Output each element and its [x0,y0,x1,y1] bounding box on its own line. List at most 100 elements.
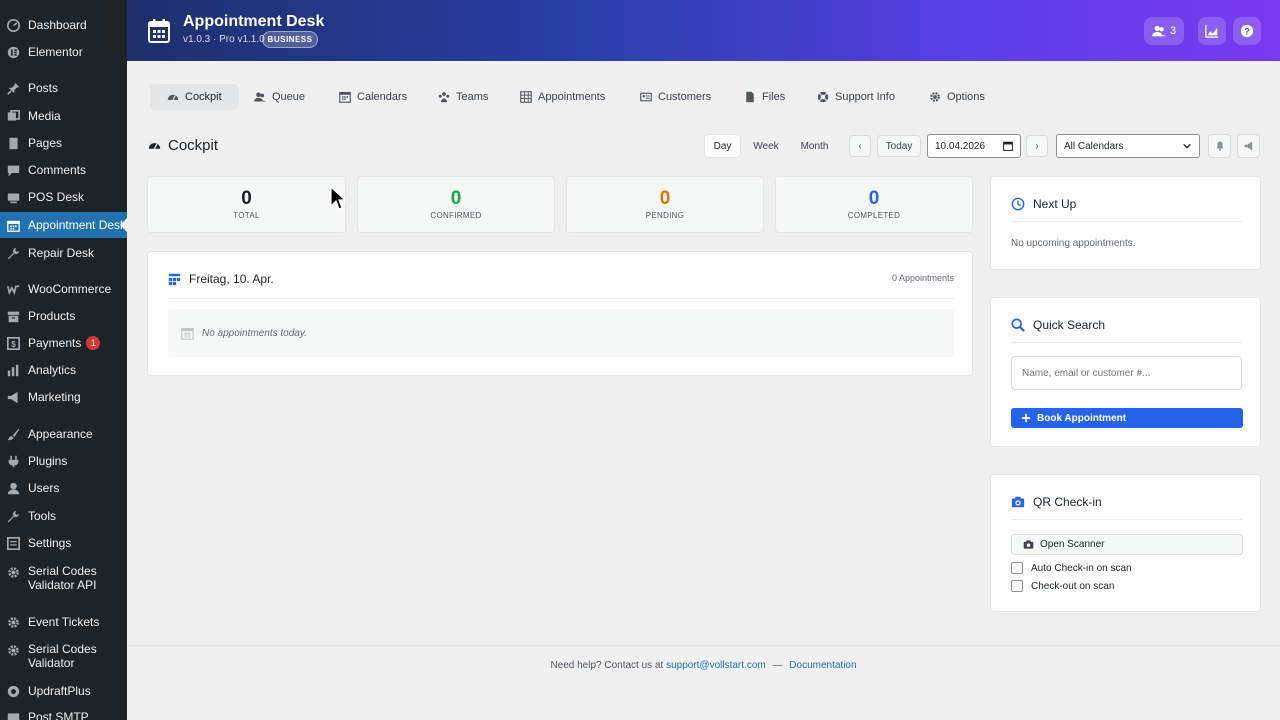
sidebar-item-tools[interactable]: Tools [0,508,127,524]
calendar-select[interactable]: All Calendars [1056,134,1200,158]
sidebar-item-post-smtp[interactable]: Post SMTP [0,709,127,720]
sidebar-item-marketing[interactable]: Marketing [0,389,127,405]
today-button[interactable]: Today [877,135,921,157]
tab-cockpit[interactable]: Cockpit [150,84,239,110]
sidebar-item-woocommerce[interactable]: WooCommerce [0,281,127,297]
prev-day-button[interactable]: ‹ [849,135,871,157]
date-input[interactable]: 10.04.2026 [927,134,1021,158]
support-email-link[interactable]: support@vollstart.com [666,660,766,671]
sidebar-item-label: Products [28,309,76,323]
view-week-button[interactable]: Week [746,135,786,157]
tab-queue[interactable]: Queue [237,84,322,110]
view-day-button[interactable]: Day [705,135,740,157]
help-button[interactable]: ? [1233,17,1261,45]
appointment-count: 0 Appointments [891,273,954,283]
checkout-option[interactable]: Check-out on scan [1011,580,1114,592]
tab-calendars[interactable]: Calendars [322,84,424,110]
divider [168,298,954,299]
tab-appointments[interactable]: Appointments [503,84,622,110]
day-heading: Freitag, 10. Apr. [168,272,274,286]
user-icon [7,482,20,495]
plus-icon [1021,413,1031,423]
sidebar-item-event-tickets[interactable]: Event Tickets [0,614,127,630]
open-scanner-button[interactable]: Open Scanner [1011,534,1243,555]
tab-files[interactable]: Files [727,84,802,110]
stat-completed-card: 0 COMPLETED [775,176,973,233]
sidebar-item-label-line2: Validator API [28,578,97,592]
auto-checkin-checkbox[interactable] [1011,562,1023,574]
sidebar-item-serial-codes-validator[interactable]: Serial Codes Validator [0,642,127,672]
day-agenda-panel: Freitag, 10. Apr. 0 Appointments No appo… [147,251,973,376]
sidebar-item-label: Repair Desk [28,246,95,260]
updraft-icon [7,685,20,698]
calendar-icon [7,219,20,232]
open-scanner-label: Open Scanner [1040,539,1105,550]
plug-icon [7,455,20,468]
sidebar-item-dashboard[interactable]: Dashboard [0,17,127,33]
next-up-heading: Next Up [1011,197,1076,211]
analytics-button[interactable] [1198,17,1226,45]
divider [1011,221,1242,222]
sidebar-item-label: Dashboard [28,18,87,32]
sidebar-item-analytics[interactable]: Analytics [0,362,127,378]
tab-teams[interactable]: Teams [421,84,505,110]
calendar-grid-icon [168,273,181,286]
stat-pending-card: 0 PENDING [566,176,764,233]
sidebar-item-appearance[interactable]: Appearance [0,426,127,442]
sidebar-item-users[interactable]: Users [0,480,127,496]
team-icon [438,91,450,103]
quick-search-title: Quick Search [1033,318,1106,332]
woo-icon [7,283,20,296]
mouse-cursor [330,185,347,212]
calendar-icon [339,91,351,103]
tab-options[interactable]: Options [912,84,1002,110]
sidebar-item-label: Post SMTP [28,710,89,720]
page-title: Cockpit [148,137,218,154]
tab-label: Cockpit [185,91,222,103]
notifications-button[interactable] [1208,134,1231,158]
sidebar-item-pos-desk[interactable]: POS Desk [0,189,127,205]
stat-pending-value: 0 [659,188,671,209]
sidebar-item-pages[interactable]: Pages [0,135,127,151]
help-icon: ? [1240,24,1254,38]
sidebar-item-plugins[interactable]: Plugins [0,453,127,469]
sidebar-item-label: UpdraftPlus [28,684,91,698]
sidebar-item-label: Analytics [28,363,77,377]
sidebar-item-repair-desk[interactable]: Repair Desk [0,245,127,261]
documentation-link[interactable]: Documentation [789,660,856,671]
sidebar-item-comments[interactable]: Comments [0,162,127,178]
sidebar-item-payments[interactable]: $ Payments 1 [0,335,127,351]
calendar-icon [148,19,170,43]
file-icon [744,91,756,103]
checkout-checkbox[interactable] [1011,580,1023,592]
search-icon [1011,318,1025,332]
footer-separator: — [772,660,783,671]
auto-checkin-option[interactable]: Auto Check-in on scan [1011,562,1132,574]
sidebar-item-serial-codes-validator-api[interactable]: Serial Codes Validator API [0,564,127,594]
sidebar-item-posts[interactable]: Posts [0,80,127,96]
settings-icon [7,536,20,550]
sidebar-item-updraftplus[interactable]: UpdraftPlus [0,683,127,699]
divider [1011,342,1242,343]
book-appointment-label: Book Appointment [1037,412,1127,424]
quick-search-card: Quick Search Book Appointment [990,297,1261,447]
tab-support-info[interactable]: Support Info [800,84,912,110]
next-day-button[interactable]: › [1026,135,1048,157]
sidebar-item-media[interactable]: Media [0,108,127,124]
elementor-icon [7,46,20,59]
book-appointment-button[interactable]: Book Appointment [1011,408,1243,428]
tool-icon [7,510,20,523]
sidebar-item-label: WooCommerce [28,282,112,296]
sidebar-item-appointment-desk[interactable]: Appointment Desk [0,212,127,238]
customer-search-input[interactable] [1011,356,1242,390]
queue-button[interactable]: 3 [1144,17,1184,45]
tab-customers[interactable]: Customers [623,84,728,110]
sidebar-item-products[interactable]: Products [0,308,127,324]
announcements-button[interactable] [1237,134,1260,158]
calendar-select-value: All Calendars [1064,140,1124,152]
sidebar-item-elementor[interactable]: Elementor [0,44,127,60]
footer-divider [127,645,1280,646]
sidebar-item-settings[interactable]: Settings [0,535,127,551]
wrench-icon [7,247,20,260]
view-month-button[interactable]: Month [792,135,837,157]
